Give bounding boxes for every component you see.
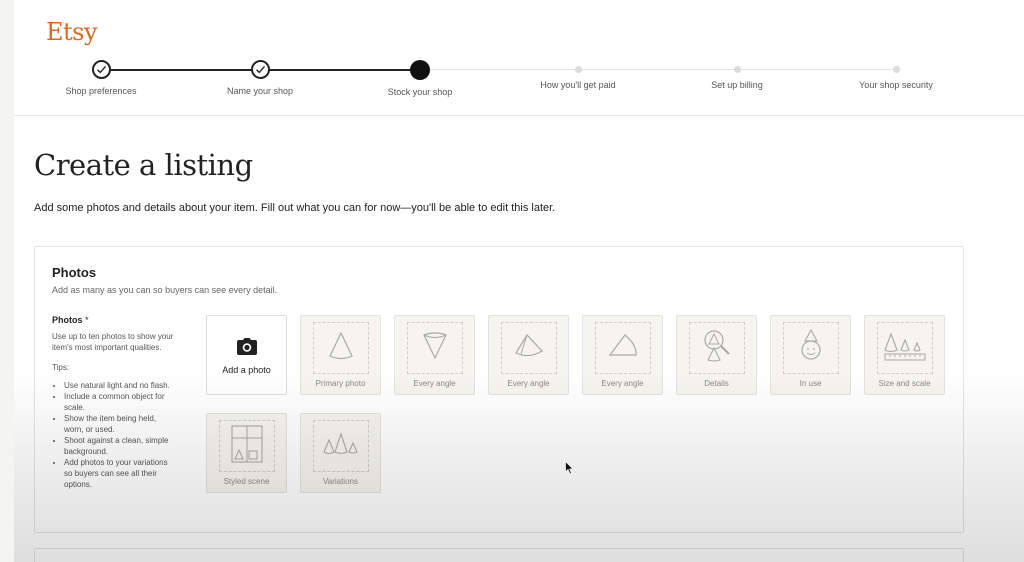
photo-slot-frame: [689, 322, 745, 374]
pending-step-dot: [574, 66, 582, 73]
step-label: Stock your shop: [387, 87, 453, 97]
photo-slot-label: Every angle: [413, 379, 456, 388]
photo-slot-frame: [407, 322, 463, 374]
photos-description: Use up to ten photos to show your item's…: [52, 332, 174, 352]
photo-slot-every-angle[interactable]: Every angle: [488, 315, 569, 395]
tip-item: Add photos to your variations so buyers …: [64, 457, 177, 490]
photo-slot-frame: [501, 322, 557, 374]
step-label: Your shop security: [859, 80, 933, 90]
photo-slot-label: Primary photo: [315, 379, 366, 388]
tips-label: Tips:: [52, 363, 70, 372]
check-icon: [250, 60, 270, 79]
section-title: Photos: [52, 265, 97, 280]
check-icon: [91, 60, 111, 79]
header-divider: [14, 115, 1024, 116]
photo-slot-size-and-scale[interactable]: Size and scale: [864, 315, 945, 395]
tip-item: Shoot against a clean, simple background…: [64, 435, 177, 457]
photos-label-text: Photos: [52, 315, 83, 325]
photo-slot-frame: [877, 322, 933, 374]
window-scene-icon: [229, 424, 265, 469]
section-subtitle: Add as many as you can so buyers can see…: [52, 285, 278, 295]
step-your-shop-security: Your shop security: [821, 58, 971, 90]
step-label: Name your shop: [226, 86, 294, 96]
photo-slot-label: Every angle: [601, 379, 644, 388]
step-how-you-get-paid: How you'll get paid: [503, 58, 653, 90]
add-photo-label: Add a photo: [222, 365, 271, 375]
tips-list: Use natural light and no flash. Include …: [52, 380, 177, 490]
photo-slot-every-angle[interactable]: Every angle: [582, 315, 663, 395]
cone-icon: [326, 330, 356, 367]
etsy-logo[interactable]: Etsy: [46, 18, 98, 46]
pending-step-dot: [892, 66, 900, 73]
next-section: [34, 548, 964, 562]
cone-tilted-icon: [513, 331, 545, 366]
cone-face-icon: [796, 328, 826, 369]
camera-icon: [237, 338, 257, 360]
step-set-up-billing: Set up billing: [662, 58, 812, 90]
step-name-your-shop: Name your shop: [185, 58, 335, 96]
step-stock-your-shop: Stock your shop: [345, 58, 495, 97]
photos-section: Photos Add as many as you can so buyers …: [34, 246, 964, 533]
photo-slot-frame: [313, 322, 369, 374]
page-subtitle: Add some photos and details about your i…: [34, 202, 556, 214]
pending-step-dot: [733, 66, 741, 73]
cone-inverted-icon: [420, 330, 450, 367]
page-title: Create a listing: [34, 148, 253, 182]
cones-ruler-icon: [883, 330, 927, 367]
photo-slot-label: Details: [704, 379, 729, 388]
photo-slot-variations[interactable]: Variations: [300, 413, 381, 493]
tip-item: Show the item being held, worn, or used.: [64, 413, 177, 435]
photo-slot-frame: [219, 420, 275, 472]
photo-slot-label: Every angle: [507, 379, 550, 388]
photos-field-label: Photos *: [52, 315, 177, 325]
add-photo-button[interactable]: Add a photo: [206, 315, 287, 395]
photo-slot-frame: [595, 322, 651, 374]
step-label: How you'll get paid: [540, 80, 616, 90]
tip-item: Include a common object for scale.: [64, 391, 177, 413]
step-label: Set up billing: [711, 80, 763, 90]
photo-slot-frame: [783, 322, 839, 374]
mouse-cursor-icon: [565, 460, 574, 480]
listing-page: Etsy Shop preferences Name your shop Sto…: [14, 0, 1024, 562]
cone-variations-icon: [321, 430, 361, 463]
photo-slot-details[interactable]: Details: [676, 315, 757, 395]
photos-guidance: Photos * Use up to ten photos to show yo…: [52, 315, 177, 490]
step-shop-preferences: Shop preferences: [26, 58, 176, 96]
photo-slot-primary[interactable]: Primary photo: [300, 315, 381, 395]
photo-slot-label: Styled scene: [223, 477, 270, 486]
required-mark: *: [85, 315, 89, 325]
cone-side-icon: [607, 331, 639, 366]
photo-slot-every-angle[interactable]: Every angle: [394, 315, 475, 395]
current-step-dot: [410, 60, 430, 80]
photo-slot-label: In use: [799, 379, 822, 388]
photo-slot-styled-scene[interactable]: Styled scene: [206, 413, 287, 493]
magnifier-cone-icon: [701, 329, 733, 368]
photo-slot-label: Size and scale: [878, 379, 931, 388]
step-label: Shop preferences: [65, 86, 137, 96]
photo-slot-in-use[interactable]: In use: [770, 315, 851, 395]
photo-slot-label: Variations: [323, 477, 358, 486]
tip-item: Use natural light and no flash.: [64, 380, 177, 391]
photo-slot-frame: [313, 420, 369, 472]
